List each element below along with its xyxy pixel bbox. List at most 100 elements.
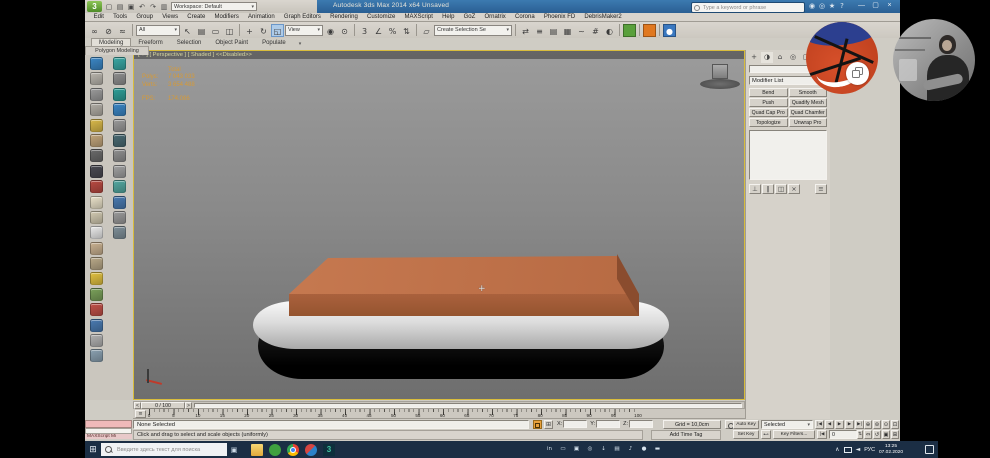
call-participant-avatar[interactable] [806, 22, 878, 94]
dock-tool-icon[interactable] [90, 288, 103, 301]
favorites-icon[interactable]: ★ [827, 0, 837, 13]
green-app-icon[interactable] [269, 444, 281, 456]
go-to-start-button[interactable]: |◀ [815, 420, 824, 429]
dock-tool-icon[interactable] [113, 149, 126, 162]
modifier-button-quadify-mesh[interactable]: Quadify Mesh [789, 98, 828, 107]
dock-tool-icon[interactable] [113, 72, 126, 85]
dock-tool-icon[interactable] [90, 272, 103, 285]
taskbar-pinned-icon[interactable]: ▬ [653, 445, 662, 454]
reference-coordinate-dropdown[interactable]: View▾ [285, 25, 323, 36]
undo-icon[interactable]: ↶ [137, 2, 147, 12]
help-icon[interactable]: ? [837, 0, 847, 13]
dock-tool-icon[interactable] [113, 211, 126, 224]
time-slider-handle[interactable]: 0 / 100 [141, 402, 185, 409]
taskbar-pinned-icon[interactable]: ▭ [559, 445, 568, 454]
workspace-dropdown[interactable]: Workspace: Default▾ [171, 2, 257, 11]
dock-tool-icon[interactable] [113, 88, 126, 101]
maximize-viewport-toggle-icon[interactable]: ⊞ [891, 430, 899, 439]
zoom-all-icon[interactable]: ⊚ [873, 420, 881, 429]
add-time-tag[interactable]: Add Time Tag [651, 430, 721, 440]
dock-tool-icon[interactable] [113, 57, 126, 70]
taskbar-pinned-icon[interactable]: ● [640, 445, 649, 454]
restore-button[interactable]: ▢ [869, 1, 882, 11]
schematic-view-icon[interactable]: # [589, 24, 602, 37]
modify-tab-icon[interactable]: ◑ [761, 52, 773, 63]
make-unique-icon[interactable]: ◫ [775, 184, 787, 194]
sphere-app-icon[interactable] [305, 444, 317, 456]
mini-curve-editor-button[interactable]: ≡ [135, 410, 146, 418]
set-key-button[interactable]: Set Key [733, 430, 759, 439]
dock-tool-icon[interactable] [90, 149, 103, 162]
dock-tool-icon[interactable] [90, 103, 103, 116]
rectangular-selection-region-icon[interactable]: ▭ [209, 24, 222, 37]
material-editor-icon[interactable]: ◐ [603, 24, 616, 37]
dock-tool-icon[interactable] [113, 226, 126, 239]
menu-modifiers[interactable]: Modifiers [210, 14, 244, 20]
modifier-stack[interactable] [749, 130, 827, 180]
select-and-rotate-icon[interactable]: ↻ [257, 24, 270, 37]
go-to-start-button-2[interactable]: |◀ [817, 430, 827, 439]
select-and-manipulate-icon[interactable]: ⊙ [338, 24, 351, 37]
select-by-name-icon[interactable]: ▤ [195, 24, 208, 37]
perspective-viewport[interactable]: [ + ] [ Perspective ] [ Shaded ] <<Disab… [133, 50, 745, 400]
menu-corona[interactable]: Corona [510, 14, 539, 20]
select-and-scale-icon[interactable]: ◱ [271, 24, 284, 37]
percent-snap-icon[interactable]: % [386, 24, 399, 37]
background-scene-disc[interactable] [700, 79, 740, 89]
menu-rendering[interactable]: Rendering [326, 14, 363, 20]
taskbar-pinned-icon[interactable]: ↓ [599, 445, 608, 454]
save-file-icon[interactable]: ▣ [126, 2, 136, 12]
unlink-selection-icon[interactable]: ⊘ [102, 24, 115, 37]
menu-debrismaker2[interactable]: DebrisMaker2 [580, 14, 627, 20]
dock-tool-icon[interactable] [113, 119, 126, 132]
dock-tool-icon[interactable] [113, 180, 126, 193]
dock-tool-icon[interactable] [90, 319, 103, 332]
dock-tool-icon[interactable] [90, 257, 103, 270]
taskbar-pinned-icon[interactable]: ▤ [613, 445, 622, 454]
go-to-end-button[interactable]: ▶| [855, 420, 864, 429]
spinner-snap-icon[interactable]: ⇅ [400, 24, 413, 37]
field-of-view-icon[interactable]: ▣ [882, 430, 890, 439]
modifier-button-bend[interactable]: Bend [749, 88, 788, 97]
menu-animation[interactable]: Animation [243, 14, 279, 20]
modifier-button-quad-cap-pro[interactable]: Quad Cap Pro [749, 108, 788, 117]
key-selection-dropdown[interactable]: Selected ▾ [761, 420, 813, 429]
angle-snap-icon[interactable]: ∠ [372, 24, 385, 37]
z-coordinate-field[interactable] [629, 420, 653, 428]
zoom-region-icon[interactable]: ⊡ [891, 420, 899, 429]
dock-tool-icon[interactable] [113, 134, 126, 147]
pan-icon[interactable]: ⇔ [864, 430, 872, 439]
frame-spinner[interactable]: ⇅ [857, 430, 863, 439]
volume-icon[interactable]: ◄ [856, 446, 861, 453]
absolute-mode-toggle-icon[interactable]: ⊞ [544, 420, 553, 429]
orbit-icon[interactable]: ↺ [873, 430, 881, 439]
next-frame-button[interactable]: ▶ [845, 420, 854, 429]
align-icon[interactable]: ≡ [533, 24, 546, 37]
notification-center-icon[interactable] [925, 445, 934, 454]
pin-stack-icon[interactable]: ⊥ [749, 184, 761, 194]
dock-tool-icon[interactable] [90, 211, 103, 224]
title-search-input[interactable] [700, 5, 804, 11]
select-and-move-icon[interactable]: + [243, 24, 256, 37]
ornatrix-toolbar-icon[interactable] [623, 24, 636, 37]
menu-tools[interactable]: Tools [109, 14, 132, 20]
menu-customize[interactable]: Customize [362, 14, 400, 20]
dock-tool-icon[interactable] [90, 196, 103, 209]
zoom-extents-icon[interactable]: ⊙ [882, 420, 890, 429]
dock-tool-icon[interactable] [90, 226, 103, 239]
x-coordinate-field[interactable] [563, 420, 587, 428]
dock-tool-icon[interactable] [113, 196, 126, 209]
viewport-label[interactable]: [ + ] [ Perspective ] [ Shaded ] <<Disab… [138, 52, 252, 58]
start-button[interactable]: ⊞ [85, 445, 101, 455]
file-explorer-icon[interactable] [251, 444, 263, 456]
previous-frame-arrow[interactable]: < [134, 402, 141, 409]
edit-named-selection-sets-icon[interactable]: ▱ [420, 24, 433, 37]
dock-tool-icon[interactable] [90, 165, 103, 178]
track-bar[interactable]: ≡ 05101520253035404550556065707580859095… [133, 409, 745, 419]
dock-tool-icon[interactable] [90, 242, 103, 255]
time-slider-track[interactable] [194, 403, 742, 408]
open-file-icon[interactable]: ▤ [115, 2, 125, 12]
modifier-button-quad-chamfer[interactable]: Quad Chamfer [789, 108, 828, 117]
menu-graph-editors[interactable]: Graph Editors [279, 14, 325, 20]
auto-key-button[interactable]: Auto Key [733, 420, 759, 429]
